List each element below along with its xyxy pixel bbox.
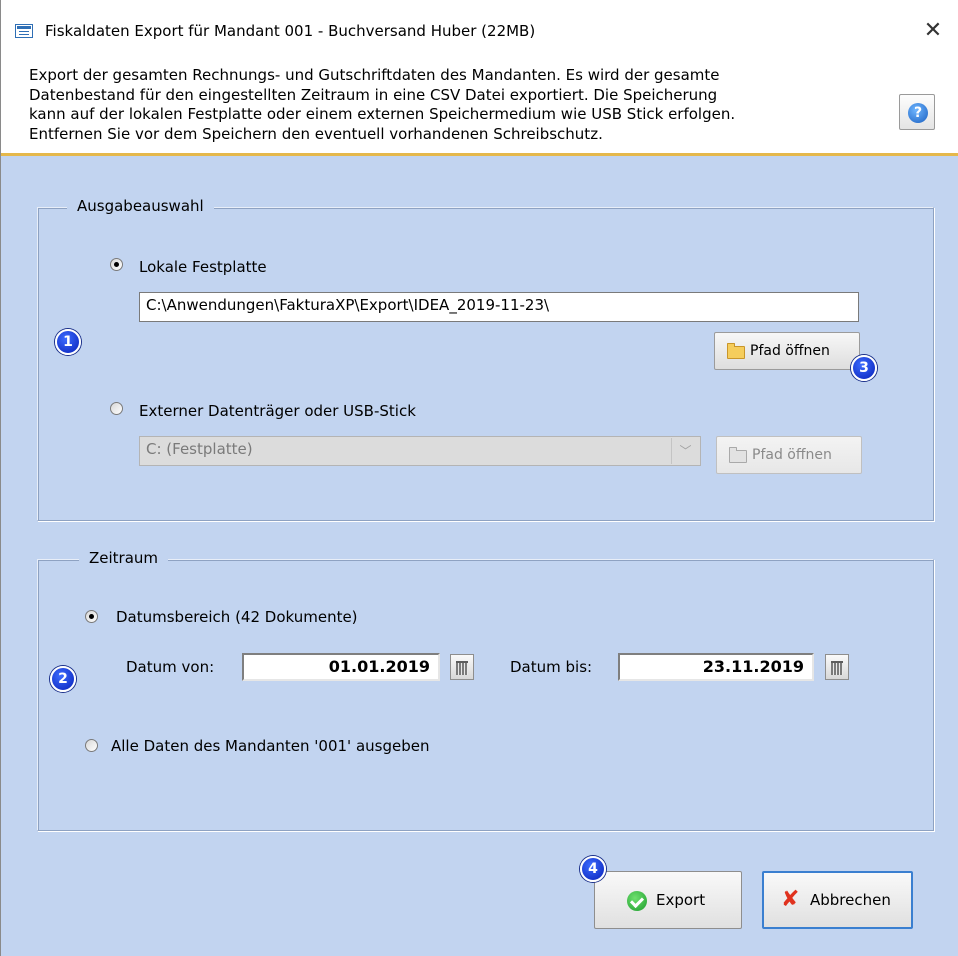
external-drive-radio[interactable] xyxy=(110,402,123,415)
step-badge-2: 2 xyxy=(50,666,76,692)
date-range-label[interactable]: Datumsbereich (42 Dokumente) xyxy=(116,608,358,626)
info-panel: Export der gesamten Rechnungs- und Gutsc… xyxy=(1,62,958,156)
open-path-button[interactable]: Pfad öffnen xyxy=(714,332,860,370)
output-selection-title: Ausgabeauswahl xyxy=(67,197,214,215)
date-from-label: Datum von: xyxy=(126,658,215,676)
calendar-icon-from[interactable] xyxy=(450,654,474,680)
export-button[interactable]: Export xyxy=(594,871,742,929)
step-badge-1: 1 xyxy=(55,329,81,355)
checkmark-icon xyxy=(627,891,647,911)
drive-select[interactable]: C: (Festplatte) ﹀ xyxy=(139,436,701,466)
chevron-down-icon[interactable]: ﹀ xyxy=(671,438,699,464)
all-data-radio[interactable] xyxy=(85,739,98,752)
close-button[interactable]: ✕ xyxy=(913,13,953,49)
calendar-icon-to[interactable] xyxy=(825,654,849,680)
all-data-label[interactable]: Alle Daten des Mandanten '001' ausgeben xyxy=(111,737,429,755)
window-title: Fiskaldaten Export für Mandant 001 - Buc… xyxy=(45,22,536,40)
open-path-button-label: Pfad öffnen xyxy=(750,343,830,359)
export-dialog: Fiskaldaten Export für Mandant 001 - Buc… xyxy=(0,0,958,956)
cancel-button[interactable]: ✘ Abbrechen xyxy=(762,871,913,929)
step-badge-4: 4 xyxy=(580,856,606,882)
cancel-button-label: Abbrechen xyxy=(810,891,891,909)
folder-open-icon-disabled xyxy=(729,447,747,463)
export-button-label: Export xyxy=(656,891,706,909)
local-disk-radio[interactable] xyxy=(110,258,123,271)
date-range-title: Zeitraum xyxy=(79,549,169,567)
local-disk-label[interactable]: Lokale Festplatte xyxy=(139,258,267,276)
step-badge-3: 3 xyxy=(851,355,877,381)
open-path-disabled-label: Pfad öffnen xyxy=(752,447,832,463)
close-icon: ✘ xyxy=(781,887,800,912)
date-from-input[interactable]: 01.01.2019 xyxy=(242,653,440,681)
help-button[interactable]: ? xyxy=(899,94,935,130)
info-text: Export der gesamten Rechnungs- und Gutsc… xyxy=(29,66,736,143)
title-bar[interactable]: Fiskaldaten Export für Mandant 001 - Buc… xyxy=(1,0,958,62)
date-to-label: Datum bis: xyxy=(510,658,593,676)
date-range-radio[interactable] xyxy=(85,610,98,623)
path-input[interactable]: C:\Anwendungen\FakturaXP\Export\IDEA_201… xyxy=(139,292,859,322)
help-icon: ? xyxy=(908,103,928,123)
date-range-group xyxy=(37,559,934,831)
external-drive-label[interactable]: Externer Datenträger oder USB-Stick xyxy=(139,402,416,420)
folder-open-icon xyxy=(727,343,745,359)
open-path-disabled-button[interactable]: Pfad öffnen xyxy=(716,436,862,474)
date-to-input[interactable]: 23.11.2019 xyxy=(618,653,814,681)
app-icon xyxy=(15,24,33,38)
drive-select-value: C: (Festplatte) xyxy=(146,440,253,458)
